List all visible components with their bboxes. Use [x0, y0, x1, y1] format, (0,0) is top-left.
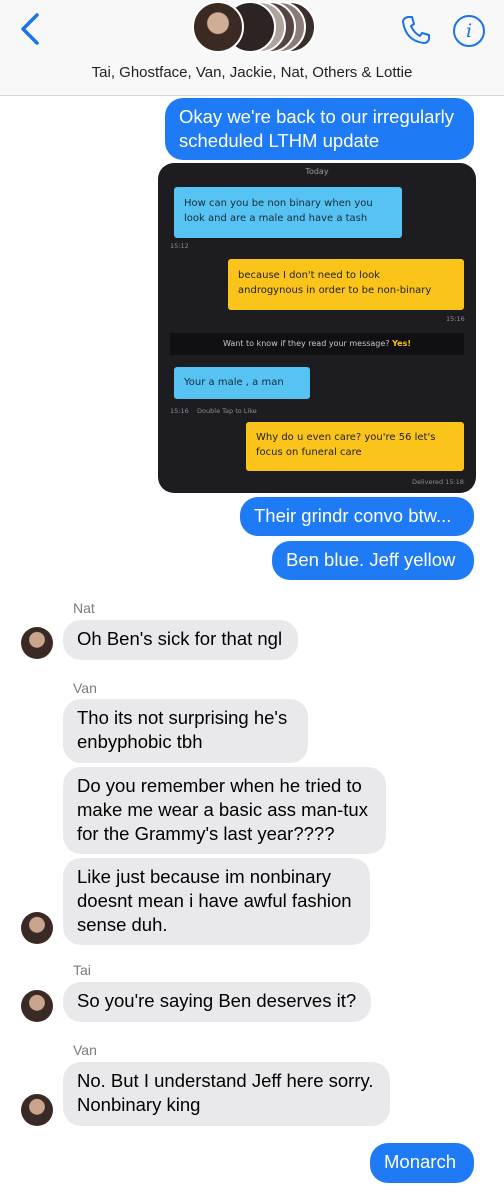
message-text: doesnt mean i have awful fashion [77, 890, 352, 911]
message-text: scheduled LTHM update [179, 130, 380, 151]
delivered-status: Delivered 15:18 [412, 478, 464, 486]
message-text: Why do u even care? you're 56 let's [256, 432, 436, 443]
message-text: make me wear a basic ass man-tux [77, 799, 368, 820]
sender-name: Van [73, 680, 97, 696]
incoming-message[interactable]: Tho its not surprising he's enbyphobic t… [63, 699, 308, 763]
sender-avatar[interactable] [21, 1094, 53, 1126]
day-label: Today [305, 167, 329, 176]
conversation-header: Tai, Ghostface, Van, Jackie, Nat, Others… [0, 0, 504, 96]
grindr-yellow-message: because I don't need to look androgynous… [228, 259, 464, 310]
incoming-message[interactable]: Oh Ben's sick for that ngl [63, 620, 298, 660]
message-text: look and are a male and have a tash [184, 213, 368, 224]
sender-avatar[interactable] [21, 990, 53, 1022]
sender-avatar[interactable] [21, 627, 53, 659]
timestamp: 15:12 [170, 242, 189, 250]
group-avatar [192, 1, 244, 53]
message-text: androgynous in order to be non-binary [238, 285, 432, 296]
sender-name: Nat [73, 600, 95, 616]
message-text: Your a male , a man [184, 377, 284, 388]
message-text: Okay we're back to our irregularly [179, 106, 454, 127]
message-text: How can you be non binary when you [184, 198, 373, 209]
incoming-message[interactable]: Do you remember when he tried to make me… [63, 767, 386, 854]
message-text: Tho its not surprising he's [77, 707, 288, 728]
sender-name: Tai [73, 962, 91, 978]
prompt-text: Want to know if they read your message? [222, 339, 390, 348]
incoming-message[interactable]: Like just because im nonbinary doesnt me… [63, 858, 370, 945]
timestamp: 15:16 Double Tap to Like [170, 407, 257, 415]
outgoing-message[interactable]: Monarch [370, 1143, 474, 1183]
yes-link: Yes! [392, 339, 412, 348]
outgoing-message[interactable]: Their grindr convo btw... [240, 497, 474, 536]
sender-avatar[interactable] [21, 912, 53, 944]
read-receipt-prompt: Want to know if they read your message? … [170, 333, 464, 355]
message-text: enbyphobic tbh [77, 731, 203, 752]
outgoing-message[interactable]: Ben blue. Jeff yellow [272, 541, 474, 580]
attached-screenshot[interactable]: Today How can you be non binary when you… [158, 163, 476, 493]
message-text: focus on funeral care [256, 447, 362, 458]
timestamp-value [191, 407, 195, 415]
grindr-blue-message: How can you be non binary when you look … [174, 187, 402, 238]
back-chevron-icon[interactable] [18, 12, 42, 46]
double-tap-label: Double Tap to Like [197, 407, 257, 415]
message-text: Like just because im nonbinary [77, 866, 332, 887]
message-text: for the Grammy's last year???? [77, 823, 335, 844]
timestamp-value: 15:16 [170, 407, 189, 415]
message-text: No. But I understand Jeff here sorry. [77, 1070, 374, 1091]
grindr-blue-message: Your a male , a man [174, 367, 310, 399]
phone-icon[interactable] [400, 14, 432, 46]
grindr-yellow-message: Why do u even care? you're 56 let's focu… [246, 422, 464, 471]
group-title[interactable]: Tai, Ghostface, Van, Jackie, Nat, Others… [0, 64, 504, 81]
incoming-message[interactable]: No. But I understand Jeff here sorry. No… [63, 1062, 390, 1126]
sender-name: Van [73, 1042, 97, 1058]
message-text: Nonbinary king [77, 1094, 201, 1115]
message-text: Do you remember when he tried to [77, 775, 362, 796]
incoming-message[interactable]: So you're saying Ben deserves it? [63, 982, 371, 1022]
group-avatar-stack[interactable] [192, 0, 317, 54]
message-text: sense duh. [77, 914, 168, 935]
timestamp: 15:16 [446, 315, 465, 323]
outgoing-message[interactable]: Okay we're back to our irregularly sched… [165, 98, 474, 160]
info-icon[interactable]: i [453, 15, 485, 47]
message-text: because I don't need to look [238, 270, 380, 281]
